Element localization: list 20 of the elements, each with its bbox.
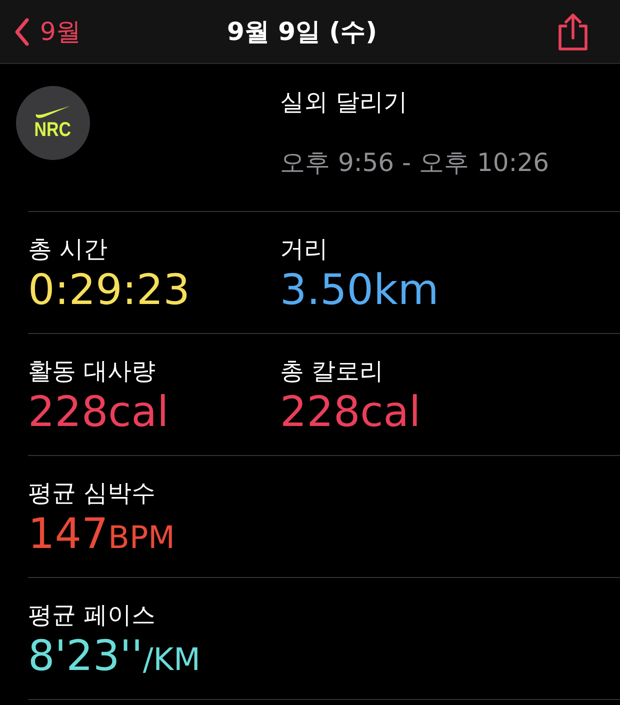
chevron-left-icon — [14, 16, 30, 46]
metric-label: 거리 — [280, 234, 329, 264]
swoosh-icon — [35, 104, 71, 118]
app-badge: NRC — [16, 86, 90, 160]
metric-label: 평균 심박수 — [28, 478, 157, 508]
back-button[interactable]: 9월 — [14, 15, 81, 48]
share-icon[interactable] — [556, 12, 590, 50]
nav-title: 9월 9일 (수) — [226, 16, 378, 48]
metric-label: 활동 대사량 — [28, 356, 157, 386]
metric-value: 147BPM — [28, 508, 176, 560]
metric-value: 228cal — [280, 386, 422, 438]
metric-value: 0:29:23 — [28, 264, 191, 316]
metric-value: 8'23''/KM — [28, 630, 202, 682]
metric-value: 228cal — [28, 386, 170, 438]
metric-value: 3.50km — [280, 264, 440, 316]
workout-time-range: 오후 9:56 - 오후 10:26 — [280, 147, 550, 179]
metric-label: 총 시간 — [28, 234, 109, 264]
metric-label: 총 칼로리 — [280, 356, 385, 386]
metric-label: 평균 페이스 — [28, 600, 157, 630]
workout-name: 실외 달리기 — [280, 87, 409, 118]
